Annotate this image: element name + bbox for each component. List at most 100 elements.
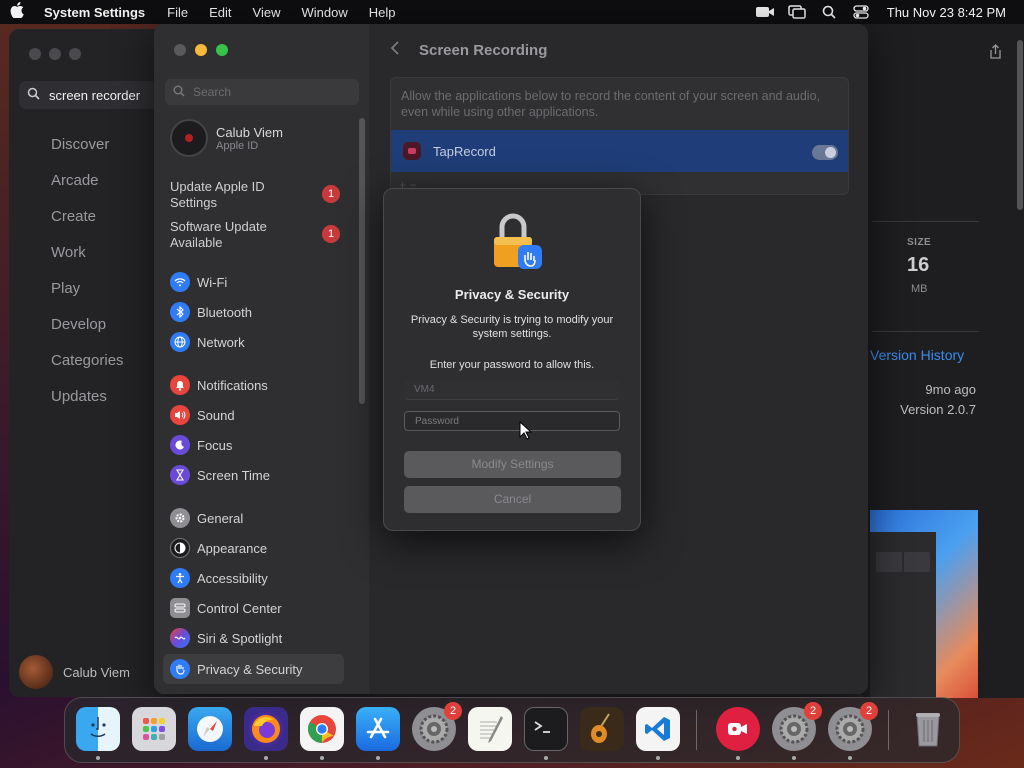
sidebar-item-label: Notifications <box>197 377 268 393</box>
accessibility-icon <box>170 568 190 588</box>
nav-create[interactable]: Create <box>51 207 124 243</box>
menu-file[interactable]: File <box>167 5 188 20</box>
menu-bar-clock[interactable]: Thu Nov 23 8:42 PM <box>887 5 1006 20</box>
sidebar-item-screen-time[interactable]: Screen Time <box>170 463 270 487</box>
app-menu[interactable]: System Settings <box>44 5 145 20</box>
close-window-button[interactable] <box>29 48 41 60</box>
textedit-icon[interactable] <box>468 707 512 751</box>
divider <box>872 221 979 222</box>
apple-menu-icon[interactable] <box>10 2 40 22</box>
menu-edit[interactable]: Edit <box>209 5 231 20</box>
spotlight-search-icon[interactable] <box>819 5 839 19</box>
menu-view[interactable]: View <box>253 5 281 20</box>
password-field[interactable]: Password <box>404 411 620 431</box>
hourglass-icon <box>170 465 190 485</box>
taprecord-toggle[interactable] <box>812 145 838 160</box>
sidebar-item-siri-spotlight[interactable]: Siri & Spotlight <box>170 626 282 650</box>
minimize-window-button[interactable] <box>49 48 61 60</box>
menu-window[interactable]: Window <box>301 5 347 20</box>
nav-updates[interactable]: Updates <box>51 387 124 423</box>
sidebar-item-label: Siri & Spotlight <box>197 630 283 646</box>
launchpad-icon[interactable] <box>132 707 176 751</box>
gear-icon <box>170 508 190 528</box>
modify-settings-button[interactable]: Modify Settings <box>404 451 621 478</box>
firefox-icon[interactable] <box>244 707 288 751</box>
zoom-window-button[interactable] <box>69 48 81 60</box>
moon-icon <box>170 435 190 455</box>
menu-bar: System Settings File Edit View Window He… <box>0 0 1024 24</box>
nav-play[interactable]: Play <box>51 279 124 315</box>
app-store-icon[interactable] <box>356 707 400 751</box>
running-indicator <box>96 756 100 760</box>
sidebar-item-general[interactable]: General <box>170 506 243 530</box>
app-store-search-field[interactable]: screen recorder <box>19 81 165 109</box>
system-settings-icon[interactable]: 2 <box>772 702 822 751</box>
hand-icon <box>170 659 190 679</box>
nav-work[interactable]: Work <box>51 243 124 279</box>
taprecord-app-icon <box>403 142 421 160</box>
sidebar-item-notifications[interactable]: Notifications <box>170 373 268 397</box>
menu-help[interactable]: Help <box>369 5 396 20</box>
app-screenshot[interactable] <box>870 510 978 698</box>
screenshot-button <box>876 552 902 572</box>
username-field[interactable]: VM4 <box>404 380 620 400</box>
sidebar-item-network[interactable]: Network <box>170 330 245 354</box>
chrome-icon[interactable] <box>300 707 344 751</box>
app-store-detail-pane: SIZE 16 MB Version History 9mo ago Versi… <box>862 24 1024 698</box>
sidebar-item-control-center[interactable]: Control Center <box>170 596 282 620</box>
sidebar-item-wifi[interactable]: Wi-Fi <box>170 270 227 294</box>
share-icon[interactable] <box>989 44 1002 63</box>
detail-scrollbar[interactable] <box>1016 40 1024 220</box>
bell-icon <box>170 375 190 395</box>
version-history-link[interactable]: Version History <box>870 347 964 363</box>
update-apple-id-settings[interactable]: Update Apple ID Settings 1 <box>170 179 340 211</box>
minimize-window-button[interactable] <box>195 44 207 56</box>
zoom-window-button[interactable] <box>216 44 228 56</box>
terminal-icon[interactable] <box>524 707 568 751</box>
taprecord-icon[interactable] <box>716 707 760 751</box>
nav-discover[interactable]: Discover <box>51 135 124 171</box>
video-camera-icon[interactable] <box>755 5 775 19</box>
close-window-button[interactable] <box>174 44 186 56</box>
sidebar-scrollbar[interactable] <box>359 118 365 404</box>
app-store-user[interactable]: Calub Viem <box>19 655 130 689</box>
screen-mirroring-icon[interactable] <box>787 5 807 19</box>
app-store-nav: Discover Arcade Create Work Play Develop… <box>51 135 124 423</box>
vscode-icon[interactable] <box>636 707 680 751</box>
running-indicator <box>656 756 660 760</box>
garageband-icon[interactable] <box>580 707 624 751</box>
speaker-icon <box>170 405 190 425</box>
system-settings-icon[interactable]: 2 <box>412 702 462 751</box>
sidebar-item-appearance[interactable]: Appearance <box>170 536 267 560</box>
finder-icon[interactable] <box>76 707 120 751</box>
trash-icon[interactable] <box>906 707 950 751</box>
sidebar-item-sound[interactable]: Sound <box>170 403 235 427</box>
sidebar-item-privacy-security[interactable]: Privacy & Security <box>163 654 344 684</box>
sidebar-item-bluetooth[interactable]: Bluetooth <box>170 300 252 324</box>
settings-search-field[interactable]: Search <box>165 79 359 105</box>
safari-icon[interactable] <box>188 707 232 751</box>
account-name: Calub Viem <box>216 124 283 140</box>
screen-recording-description: Allow the applications below to record t… <box>401 89 821 119</box>
sidebar-item-label: General <box>197 510 244 526</box>
control-center-icon[interactable] <box>851 5 871 19</box>
sidebar-item-accessibility[interactable]: Accessibility <box>170 566 268 590</box>
system-settings-icon[interactable]: 2 <box>828 702 878 751</box>
cancel-button[interactable]: Cancel <box>404 486 621 513</box>
nav-categories[interactable]: Categories <box>51 351 124 387</box>
apple-id-account[interactable]: Calub Viem Apple ID <box>170 119 283 157</box>
nav-arcade[interactable]: Arcade <box>51 171 124 207</box>
nav-develop[interactable]: Develop <box>51 315 124 351</box>
software-update-available[interactable]: Software Update Available 1 <box>170 219 340 251</box>
sidebar-item-focus[interactable]: Focus <box>170 433 232 457</box>
version-number: Version 2.0.7 <box>900 402 976 417</box>
settings-sidebar: Search Calub Viem Apple ID Update Apple … <box>154 24 369 694</box>
search-icon <box>27 87 43 103</box>
sidebar-item-label: Network <box>197 334 245 350</box>
bluetooth-icon <box>170 302 190 322</box>
chevron-left-icon[interactable] <box>390 40 400 61</box>
size-value: 16 <box>907 254 930 276</box>
app-store-user-name: Calub Viem <box>63 664 130 680</box>
list-item[interactable]: TapRecord <box>391 130 848 172</box>
notification-badge: 2 <box>860 702 878 720</box>
